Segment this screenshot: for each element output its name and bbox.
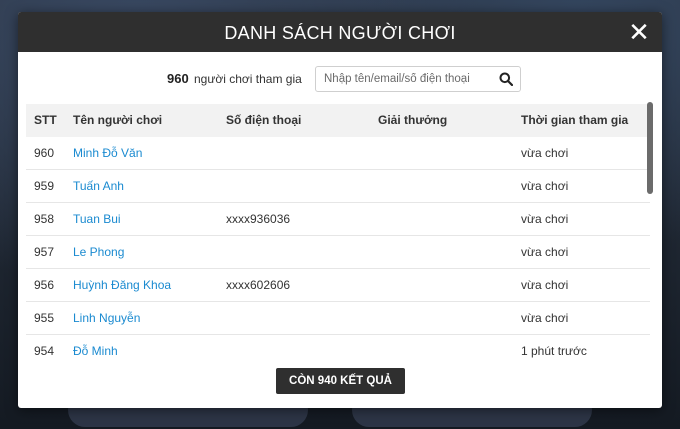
player-name-link[interactable]: Huỳnh Đăng Khoa (73, 269, 171, 302)
row-stt: 954 (34, 344, 55, 358)
modal-title: DANH SÁCH NGƯỜI CHƠI (224, 23, 456, 43)
row-time: 1 phút trước (521, 344, 587, 358)
row-stt: 959 (34, 179, 55, 193)
column-header-phone: Số điện thoại (226, 113, 302, 127)
row-stt: 955 (34, 311, 55, 325)
player-name-link[interactable]: Đỗ Minh (73, 335, 118, 362)
search-box (315, 66, 521, 92)
row-time: vừa chơi (521, 179, 569, 193)
row-phone: xxxx936036 (226, 212, 291, 226)
column-header-name: Tên người chơi (73, 113, 163, 127)
player-name-link[interactable]: Tuấn Anh (73, 170, 124, 203)
row-stt: 957 (34, 245, 55, 259)
column-header-stt: STT (34, 113, 57, 127)
table-row: 954 Đỗ Minh 1 phút trước (26, 335, 650, 362)
row-stt: 958 (34, 212, 55, 226)
row-time: vừa chơi (521, 278, 569, 292)
player-name-link[interactable]: Linh Nguyễn (73, 302, 140, 335)
summary-bar: 960 người chơi tham gia (18, 66, 662, 92)
player-count-label: người chơi tham gia (194, 72, 302, 86)
table-row: 960 Minh Đỗ Văn vừa chơi (26, 137, 650, 170)
table-scrollbar[interactable] (647, 102, 653, 194)
row-time: vừa chơi (521, 146, 569, 160)
table-row: 955 Linh Nguyễn vừa chơi (26, 302, 650, 335)
search-icon[interactable] (499, 72, 513, 86)
row-time: vừa chơi (521, 245, 569, 259)
column-header-prize: Giải thưởng (378, 113, 448, 127)
players-modal: DANH SÁCH NGƯỜI CHƠI ✕ 960 người chơi th… (18, 12, 662, 408)
row-phone: xxxx602606 (226, 278, 291, 292)
load-more-button[interactable]: CÒN 940 KẾT QUẢ (276, 368, 405, 394)
row-stt: 960 (34, 146, 55, 160)
search-input[interactable] (324, 70, 484, 88)
table-row: 957 Le Phong vừa chơi (26, 236, 650, 269)
close-icon[interactable]: ✕ (624, 17, 654, 47)
table-row: 956 Huỳnh Đăng Khoa xxxx602606 vừa chơi (26, 269, 650, 302)
table-row: 958 Tuan Bui xxxx936036 vừa chơi (26, 203, 650, 236)
table-header-row: STT Tên người chơi Số điện thoại Giải th… (26, 104, 650, 137)
row-stt: 956 (34, 278, 55, 292)
modal-header: DANH SÁCH NGƯỜI CHƠI ✕ (18, 12, 662, 52)
table-row: 959 Tuấn Anh vừa chơi (26, 170, 650, 203)
row-time: vừa chơi (521, 311, 569, 325)
player-count: 960 (167, 71, 189, 86)
player-name-link[interactable]: Le Phong (73, 236, 124, 269)
player-name-link[interactable]: Minh Đỗ Văn (73, 137, 142, 170)
players-table: STT Tên người chơi Số điện thoại Giải th… (26, 104, 650, 362)
player-name-link[interactable]: Tuan Bui (73, 203, 121, 236)
column-header-time: Thời gian tham gia (521, 113, 629, 127)
row-time: vừa chơi (521, 212, 569, 226)
